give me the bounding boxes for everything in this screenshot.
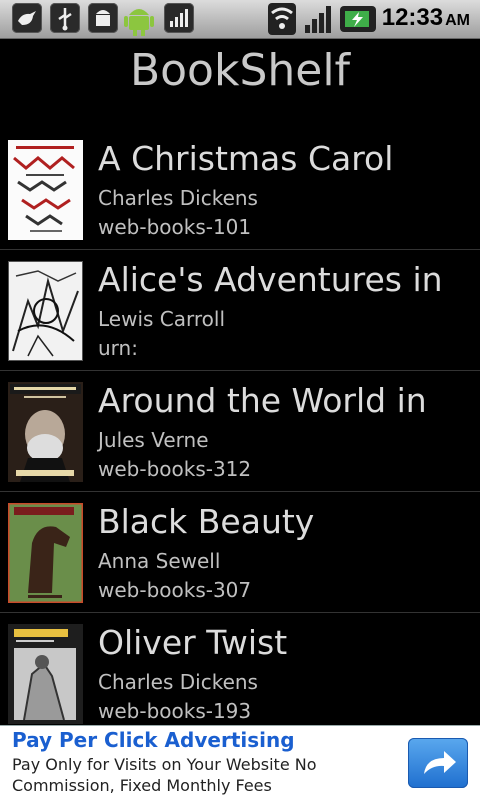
status-clock: 12:33 AM — [381, 4, 470, 31]
book-title: Black Beauty — [98, 502, 315, 541]
book-author: Charles Dickens — [98, 186, 258, 210]
book-author: Charles Dickens — [98, 670, 258, 694]
book-cover-black-beauty — [8, 503, 83, 603]
book-title: A Christmas Carol — [98, 139, 394, 178]
book-cover-alice — [8, 261, 83, 361]
android-debug-icon — [88, 3, 118, 33]
book-list: A Christmas Carol Charles Dickens web-bo… — [0, 129, 480, 725]
list-item[interactable]: Around the World in Jules Verne web-book… — [0, 371, 480, 492]
ad-title[interactable]: Pay Per Click Advertising — [12, 728, 295, 752]
book-title: Around the World in — [98, 381, 427, 420]
ad-open-button[interactable] — [408, 738, 468, 788]
android-robot-icon — [122, 1, 156, 37]
usb-icon — [50, 3, 80, 33]
book-id: web-books-193 — [98, 699, 252, 723]
list-item[interactable]: Oliver Twist Charles Dickens web-books-1… — [0, 613, 480, 725]
book-title: Alice's Adventures in — [98, 260, 443, 299]
book-author: Anna Sewell — [98, 549, 221, 573]
ad-banner[interactable]: Pay Per Click Advertising Pay Only for V… — [0, 725, 480, 800]
book-id: web-books-307 — [98, 578, 252, 602]
book-author: Lewis Carroll — [98, 307, 226, 331]
wifi-icon — [268, 3, 296, 35]
share-arrow-icon — [424, 751, 456, 774]
app-title: BookShelf — [129, 45, 351, 96]
battery-charging-icon — [340, 6, 376, 32]
book-cover-oliver-twist — [8, 624, 83, 724]
book-id: web-books-312 — [98, 457, 252, 481]
book-id: web-books-101 — [98, 215, 252, 239]
ad-text: Pay Only for Visits on Your Website No C… — [12, 755, 317, 795]
list-item[interactable]: Black Beauty Anna Sewell web-books-307 — [0, 492, 480, 613]
book-cover-around-the-world — [8, 382, 83, 482]
list-item[interactable]: A Christmas Carol Charles Dickens web-bo… — [0, 129, 480, 250]
book-title: Oliver Twist — [98, 623, 288, 662]
twitter-bird-icon — [12, 3, 42, 33]
signal-bars-icon — [164, 3, 194, 33]
status-bar: 12:33 AM — [0, 0, 480, 39]
book-id: urn: — [98, 336, 138, 360]
list-item[interactable]: Alice's Adventures in Lewis Carroll urn: — [0, 250, 480, 371]
cell-signal-icon — [303, 3, 335, 35]
book-author: Jules Verne — [98, 428, 209, 452]
book-cover-christmas-carol — [8, 140, 83, 240]
